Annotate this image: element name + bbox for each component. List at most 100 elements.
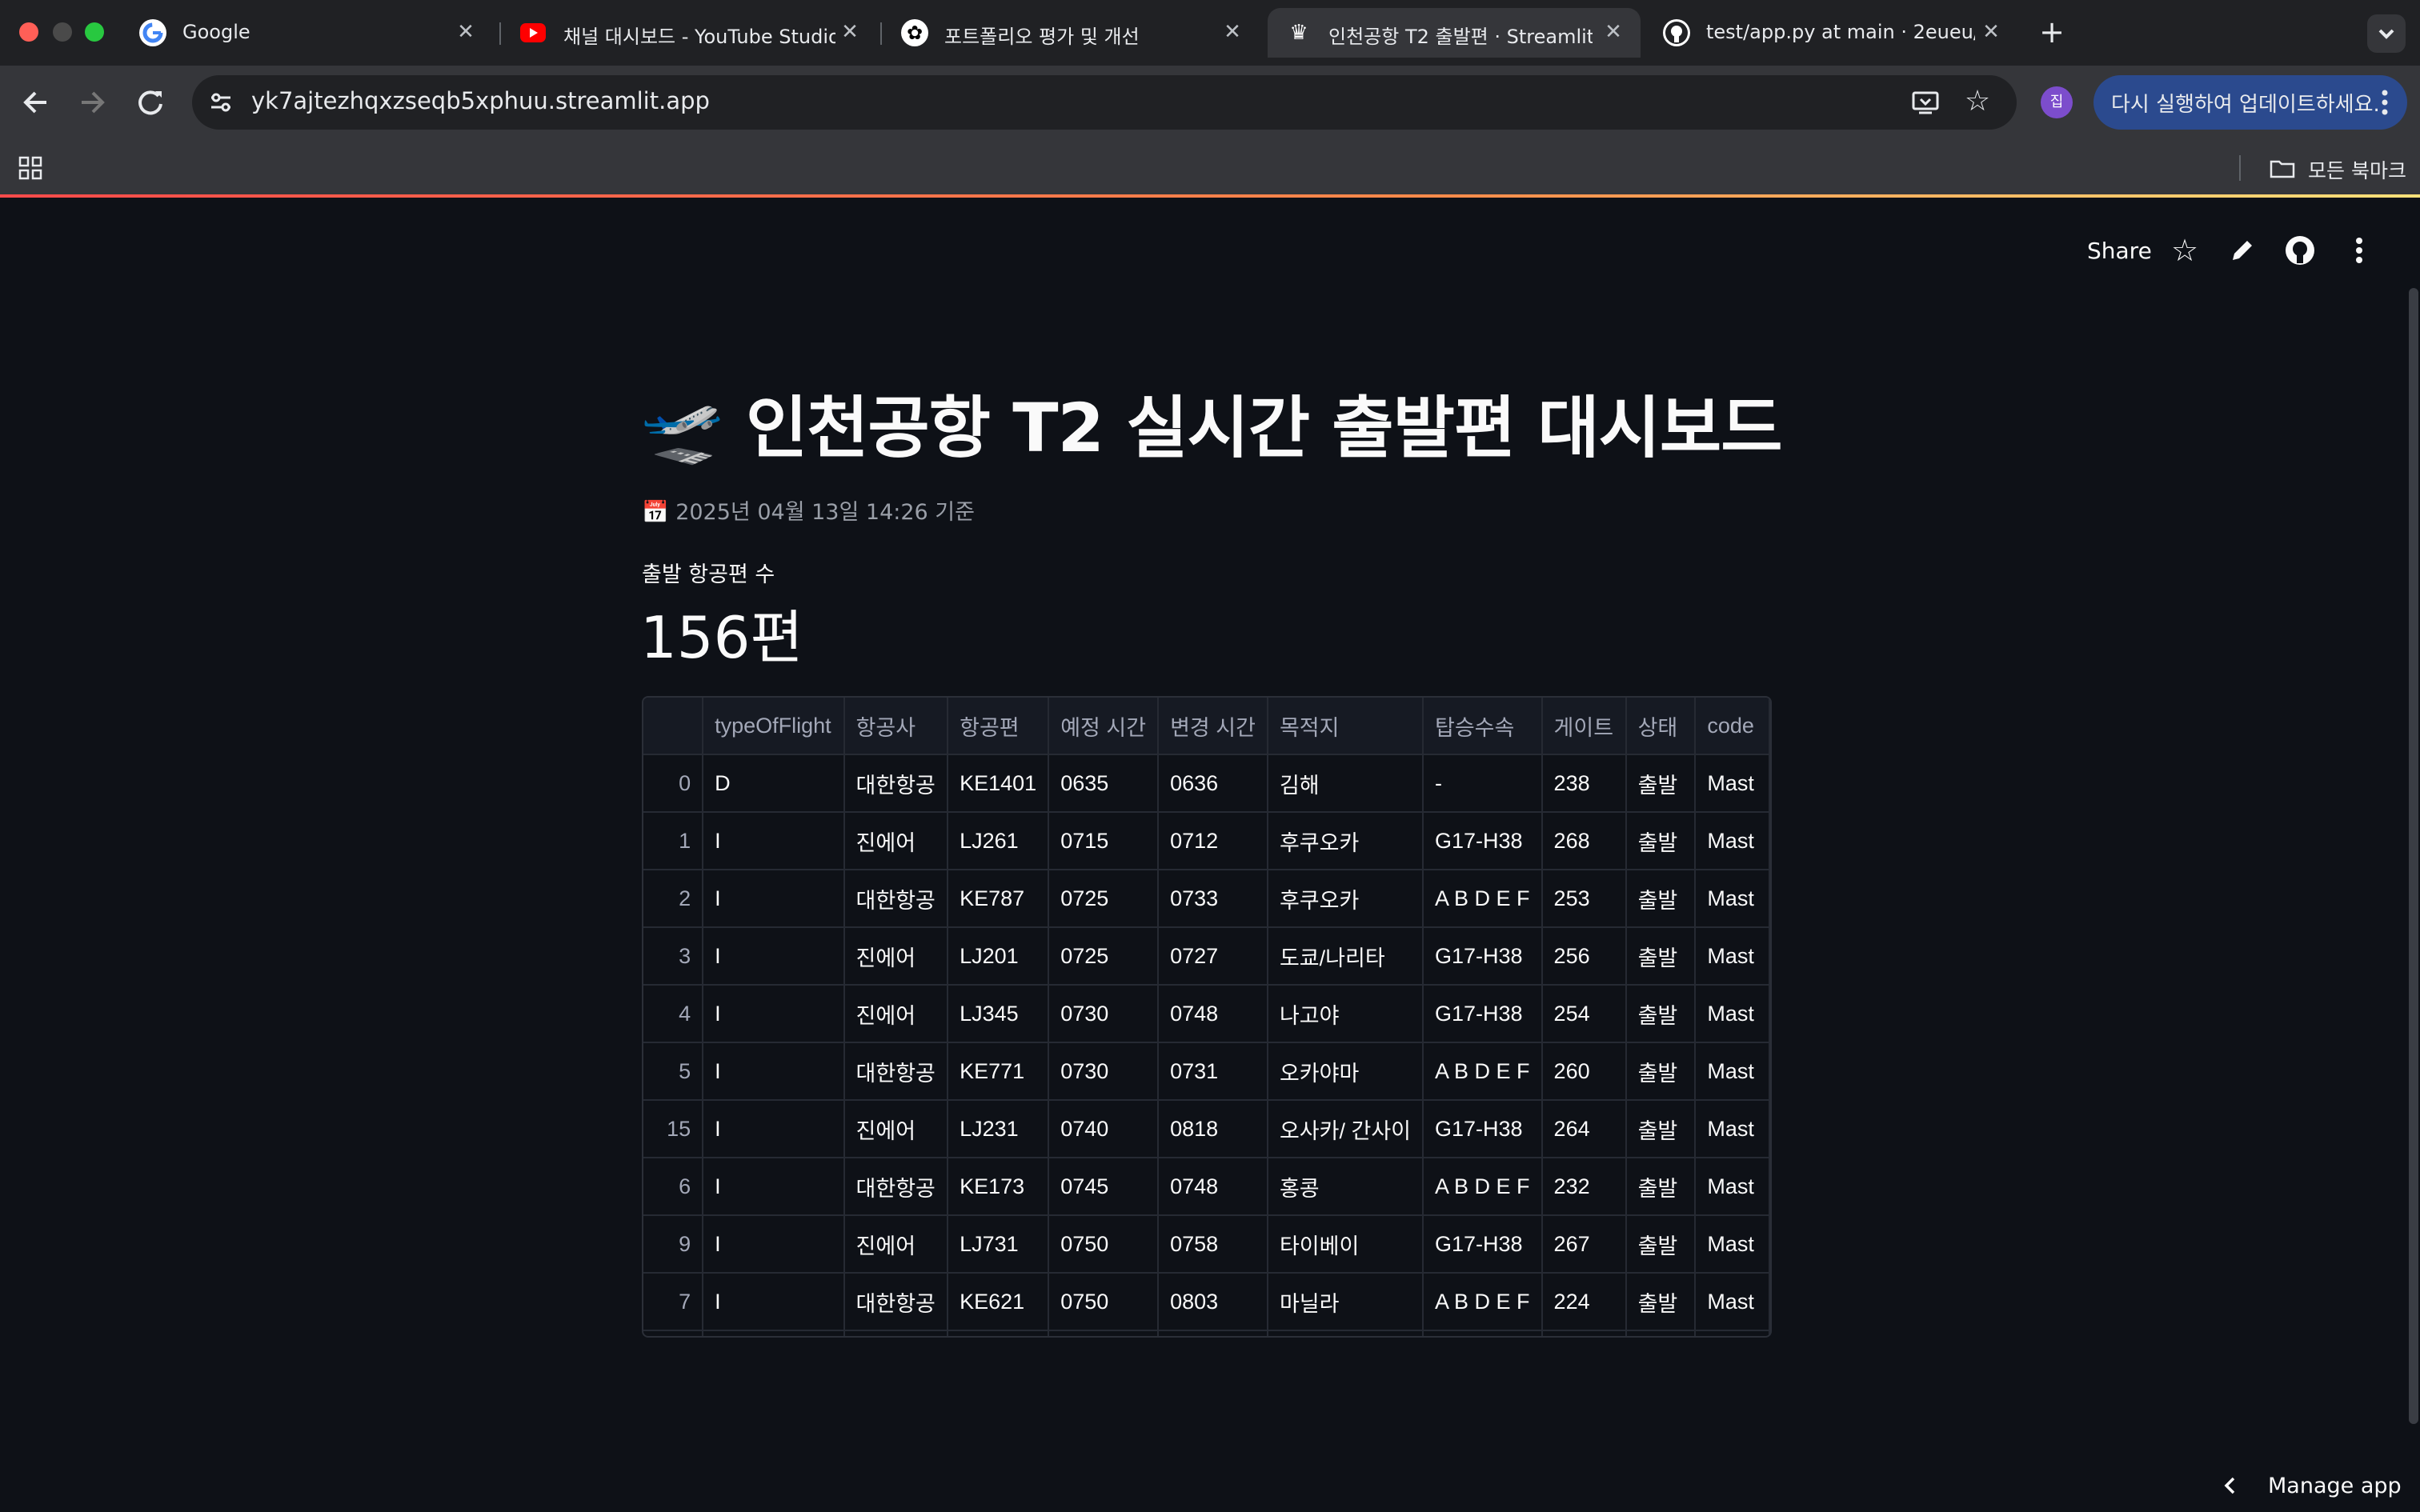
table-cell[interactable] xyxy=(1267,1330,1424,1336)
table-cell[interactable]: 0748 xyxy=(1158,985,1268,1043)
table-cell[interactable]: G17-H38 xyxy=(1423,927,1543,986)
table-cell[interactable]: 0730 xyxy=(1048,1042,1160,1101)
table-cell[interactable]: KE1401 xyxy=(948,754,1050,813)
table-cell[interactable]: 0730 xyxy=(1048,985,1160,1043)
table-cell[interactable]: 대한항공 xyxy=(843,1330,949,1336)
table-cell[interactable]: 0758 xyxy=(1158,1215,1268,1274)
table-cell[interactable]: I xyxy=(703,985,845,1043)
table-cell[interactable]: KE621 xyxy=(948,1273,1050,1331)
table-cell[interactable]: 출발 xyxy=(1625,1330,1697,1336)
table-cell[interactable]: 0740 xyxy=(1048,1100,1160,1158)
table-cell[interactable]: 0635 xyxy=(1048,754,1160,813)
table-cell[interactable]: 진에어 xyxy=(843,812,949,870)
table-cell[interactable]: 256 xyxy=(1541,927,1627,986)
maximize-window-button[interactable] xyxy=(85,22,104,42)
table-cell[interactable]: 출발 xyxy=(1625,870,1697,928)
column-header[interactable]: code xyxy=(1695,698,1770,755)
page-scrollbar[interactable] xyxy=(2409,288,2418,1424)
table-cell[interactable]: 264 xyxy=(1541,1100,1627,1158)
table-cell[interactable]: 출발 xyxy=(1625,985,1697,1043)
table-cell[interactable]: 후쿠오카 xyxy=(1267,812,1424,870)
table-row[interactable]: 15 I 진에어 LJ231 0740 0818 오사카/ 간사이 G17-H38 264 출발 M… xyxy=(643,1100,1770,1158)
table-cell[interactable]: I xyxy=(703,1215,845,1274)
close-icon[interactable]: ✕ xyxy=(1978,19,2004,45)
table-cell[interactable]: 출발 xyxy=(1625,754,1697,813)
row-index[interactable]: 0 xyxy=(643,754,704,813)
table-row[interactable]: 7 I 대한항공 KE621 0750 0803 마닐라 A B D E F 224 출발 Mast xyxy=(643,1273,1770,1331)
table-row[interactable]: 0 D 대한항공 KE1401 0635 0636 김해 -238 출발 Mast xyxy=(643,754,1770,813)
table-cell[interactable]: 출발 xyxy=(1625,1158,1697,1216)
row-index[interactable] xyxy=(643,1330,704,1336)
forward-button[interactable] xyxy=(72,82,114,123)
tab-streamlit[interactable]: ♛ 인천공항 T2 출발편 · Streamlit ✕ xyxy=(1268,8,1641,58)
column-header[interactable]: 항공편 xyxy=(948,698,1050,755)
table-cell[interactable]: 0818 xyxy=(1158,1100,1268,1158)
row-index[interactable]: 5 xyxy=(643,1042,704,1101)
close-icon[interactable]: ✕ xyxy=(1220,19,1245,45)
table-cell[interactable]: KE771 xyxy=(948,1042,1050,1101)
row-index[interactable]: 4 xyxy=(643,985,704,1043)
table-cell[interactable]: Mast xyxy=(1695,812,1770,870)
table-cell[interactable]: 0733 xyxy=(1158,870,1268,928)
table-cell[interactable]: I xyxy=(703,812,845,870)
table-row[interactable]: 5 I 대한항공 KE771 0730 0731 오카야마 A B D E F 260 출발 Mas… xyxy=(643,1042,1770,1101)
main-menu-icon[interactable] xyxy=(2345,233,2374,268)
row-index[interactable]: 2 xyxy=(643,870,704,928)
star-icon[interactable]: ☆ xyxy=(2167,233,2202,268)
table-row[interactable]: 3 I 진에어 LJ201 0725 0727 도쿄/나리타 G17-H38 256 출발 Mast xyxy=(643,927,1770,986)
table-cell[interactable] xyxy=(1423,1330,1543,1336)
table-cell[interactable]: A B D E F xyxy=(1423,1042,1543,1101)
table-cell[interactable]: I xyxy=(703,1042,845,1101)
table-cell[interactable]: 238 xyxy=(1541,754,1627,813)
table-cell[interactable]: 268 xyxy=(1541,812,1627,870)
site-settings-icon[interactable] xyxy=(206,88,235,117)
table-cell[interactable]: 0727 xyxy=(1158,927,1268,986)
table-cell[interactable]: 대한항공 xyxy=(843,754,949,813)
table-cell[interactable]: - xyxy=(1423,754,1543,813)
table-cell[interactable]: 0750 xyxy=(1048,1273,1160,1331)
reload-button[interactable] xyxy=(130,82,171,123)
table-cell[interactable]: G17-H38 xyxy=(1423,1100,1543,1158)
github-icon[interactable] xyxy=(2282,233,2318,268)
row-index[interactable]: 7 xyxy=(643,1273,704,1331)
close-icon[interactable]: ✕ xyxy=(453,19,479,45)
tab-search-button[interactable] xyxy=(2367,14,2406,53)
table-cell[interactable]: Mast xyxy=(1695,870,1770,928)
table-cell[interactable]: 0725 xyxy=(1048,870,1160,928)
tab-youtube-studio[interactable]: 채널 대시보드 - YouTube Studio ✕ xyxy=(503,8,872,58)
profile-avatar[interactable]: 집 xyxy=(2041,86,2073,118)
table-cell[interactable]: Mast xyxy=(1695,1042,1770,1101)
table-cell[interactable]: KE173 xyxy=(948,1158,1050,1216)
url-text[interactable]: yk7ajtezhqxzseqb5xphuu.streamlit.app xyxy=(251,87,710,114)
table-row[interactable]: 1 I 진에어 LJ261 0715 0712 후쿠오카 G17-H38 268 출발 Mast xyxy=(643,812,1770,870)
table-cell[interactable]: LJ201 xyxy=(948,927,1050,986)
table-cell[interactable]: 대한항공 xyxy=(843,870,949,928)
table-cell[interactable]: I xyxy=(703,1158,845,1216)
table-cell[interactable]: Mast xyxy=(1695,1215,1770,1274)
table-cell[interactable]: 홍콩 xyxy=(1267,1158,1424,1216)
column-header[interactable]: 탑승수속 xyxy=(1423,698,1543,755)
table-cell[interactable]: Mast xyxy=(1695,1330,1770,1336)
column-header[interactable]: 변경 시간 xyxy=(1158,698,1268,755)
table-cell[interactable]: Mast xyxy=(1695,754,1770,813)
table-cell[interactable]: 타이베이 xyxy=(1267,1215,1424,1274)
apps-grid-icon[interactable] xyxy=(16,154,45,182)
table-cell[interactable]: Mast xyxy=(1695,1158,1770,1216)
table-cell[interactable]: LJ345 xyxy=(948,985,1050,1043)
table-cell[interactable]: 출발 xyxy=(1625,927,1697,986)
table-cell[interactable] xyxy=(948,1330,1050,1336)
table-cell[interactable]: I xyxy=(703,1330,845,1336)
table-cell[interactable]: KE787 xyxy=(948,870,1050,928)
column-header[interactable]: 게이트 xyxy=(1541,698,1627,755)
table-cell[interactable]: 김해 xyxy=(1267,754,1424,813)
table-row[interactable]: 9 I 진에어 LJ731 0750 0758 타이베이 G17-H38 267 출발 Mast xyxy=(643,1215,1770,1274)
table-cell[interactable]: LJ261 xyxy=(948,812,1050,870)
tab-github[interactable]: test/app.py at main · 2eueu/te ✕ xyxy=(1645,8,2018,58)
share-button[interactable]: Share xyxy=(2087,238,2152,264)
install-app-icon[interactable] xyxy=(1909,86,1941,118)
manage-app-button[interactable]: Manage app xyxy=(2202,1458,2420,1512)
column-header[interactable]: 상태 xyxy=(1625,698,1697,755)
table-cell[interactable]: 진에어 xyxy=(843,1215,949,1274)
table-cell[interactable]: 0725 xyxy=(1048,927,1160,986)
column-header[interactable]: typeOfFlight xyxy=(703,698,845,755)
